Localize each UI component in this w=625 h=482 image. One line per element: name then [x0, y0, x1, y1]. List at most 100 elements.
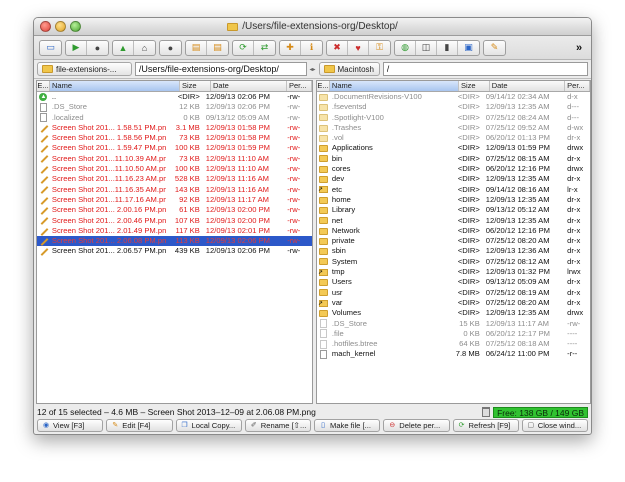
- file-row[interactable]: .file 0 KB 06/20/12 12:17 PM ----: [317, 329, 590, 339]
- swap-button[interactable]: ⇄: [254, 41, 275, 55]
- edit-button[interactable]: ✎ Edit [F4]: [106, 419, 173, 432]
- column-header-perm[interactable]: Per...: [287, 81, 312, 91]
- file-row[interactable]: usr <DIR> 07/25/12 08:19 AM dr-x: [317, 288, 590, 298]
- close-window-icon[interactable]: [40, 21, 51, 32]
- file-row[interactable]: .Spotlight-V100 <DIR> 07/25/12 08:24 AM d--…: [317, 113, 590, 123]
- right-path-input[interactable]: [382, 62, 588, 76]
- stop-button[interactable]: ●: [87, 41, 108, 55]
- file-row[interactable]: Screen Shot 201...11.16.35 AM.png 143 KB 1…: [37, 185, 312, 195]
- file-row[interactable]: .DocumentRevisions-V100 <DIR> 09/14/12 02:…: [317, 92, 590, 102]
- right-file-pane[interactable]: E... Name Size Date Per... .DocumentRevi…: [316, 80, 591, 404]
- view-button[interactable]: ◉ View [F3]: [37, 419, 104, 432]
- column-header-name[interactable]: Name: [50, 81, 180, 91]
- make-file-button[interactable]: ▯ Make file [...: [314, 419, 381, 432]
- delete-button[interactable]: ⊖ Delete per...: [383, 419, 450, 432]
- toolbar-overflow-button[interactable]: »: [572, 42, 586, 54]
- left-path-input[interactable]: [134, 62, 307, 76]
- favorite-button[interactable]: ♥: [348, 40, 369, 55]
- file-row[interactable]: Screen Shot 201... 1.58.51 PM.png 3.1 MB 1…: [37, 123, 312, 134]
- record-button[interactable]: ●: [160, 41, 181, 55]
- column-header-size[interactable]: Size: [180, 81, 211, 91]
- file-row[interactable]: Screen Shot 201...11.10.39 AM.png 73 KB 12…: [37, 154, 312, 165]
- file-row[interactable]: Screen Shot 201... 2.01.49 PM.png 117 KB 1…: [37, 225, 312, 237]
- close-window-button[interactable]: ▢ Close wind...: [521, 419, 588, 432]
- file-row[interactable]: Screen Shot 201...11.17.16 AM.png 92 KB 12…: [37, 195, 312, 206]
- file-type-cell: [317, 277, 330, 287]
- file-row[interactable]: .vol <DIR> 06/20/12 01:13 PM dr-x: [317, 133, 590, 143]
- file-row[interactable]: var <DIR> 07/25/12 08:20 AM dr-x: [317, 298, 590, 308]
- screen-button[interactable]: ▣: [458, 41, 479, 55]
- file-row[interactable]: dev <DIR> 12/09/13 12:35 AM dr-x: [317, 174, 590, 184]
- file-row[interactable]: .Trashes <DIR> 07/25/12 09:52 AM d-wx: [317, 123, 590, 133]
- column-header-date[interactable]: Date: [490, 81, 566, 91]
- delete-button[interactable]: ✖: [327, 40, 348, 55]
- column-header-name[interactable]: Name: [329, 81, 459, 91]
- file-row[interactable]: etc <DIR> 09/14/12 08:16 AM lr-x: [317, 185, 590, 195]
- new-folder-button[interactable]: ✚: [280, 40, 301, 55]
- file-row[interactable]: Screen Shot 201...11.16.23 AM.png 528 KB 1…: [37, 174, 312, 185]
- file-row[interactable]: .DS_Store 15 KB 12/09/13 11:17 AM -rw-: [317, 319, 590, 329]
- rename-button[interactable]: ✐ Rename [⇧...: [244, 419, 311, 432]
- file-row[interactable]: cores <DIR> 06/20/12 12:16 PM drwx: [317, 164, 590, 174]
- up-button[interactable]: ▲: [113, 40, 134, 55]
- file-row[interactable]: private <DIR> 07/25/12 08:20 AM dr-x: [317, 236, 590, 246]
- move-folder-button[interactable]: ▤: [207, 41, 228, 55]
- file-row[interactable]: bin <DIR> 07/25/12 08:15 AM dr-x: [317, 154, 590, 164]
- file-row[interactable]: mach_kernel 7.8 MB 06/24/12 11:00 PM -r--: [317, 349, 590, 360]
- pane-sync-arrows-icon[interactable]: ◂▸: [310, 66, 316, 73]
- refresh-button[interactable]: ⟳: [233, 40, 254, 55]
- left-file-pane[interactable]: E... Name Size Date Per... ▲.. <DIR> 12/09…: [36, 80, 313, 404]
- file-row[interactable]: Screen Shot 201... 2.06.08 PM.png 113 KB 1…: [37, 236, 312, 247]
- terminal-button[interactable]: ▮: [437, 40, 458, 55]
- column-header-ext[interactable]: E...: [37, 81, 50, 91]
- zoom-window-icon[interactable]: [70, 21, 81, 32]
- file-date-cell: 06/20/12 12:16 PM: [485, 225, 550, 235]
- file-name-cell: Screen Shot 201... 1.59.47 PM.png: [51, 143, 167, 153]
- file-row[interactable]: Screen Shot 201... 2.06.57 PM.png 439 KB 1…: [37, 246, 312, 257]
- file-row[interactable]: Library <DIR> 09/13/12 05:12 AM dr-x: [317, 205, 590, 215]
- column-header-size[interactable]: Size: [459, 81, 490, 91]
- file-row[interactable]: ▲.. <DIR> 12/09/13 02:06 PM -rw-: [37, 92, 312, 102]
- refresh-button[interactable]: ⟳ Refresh [F9]: [452, 419, 519, 432]
- file-row[interactable]: Network <DIR> 06/20/12 12:16 PM dr-x: [317, 226, 590, 236]
- file-row[interactable]: Volumes <DIR> 12/09/13 12:35 AM drwx: [317, 308, 590, 318]
- trash-icon[interactable]: [482, 407, 491, 417]
- file-row[interactable]: Applications <DIR> 12/09/13 01:59 PM drwx: [317, 143, 590, 153]
- home-button[interactable]: ⌂: [134, 41, 155, 55]
- key-button[interactable]: ⚿: [369, 41, 390, 55]
- monitor-button[interactable]: ▭: [40, 41, 61, 55]
- wand-button[interactable]: ✎: [484, 41, 505, 55]
- file-row[interactable]: Screen Shot 201...11.10.50 AM.png 100 KB 1…: [37, 164, 312, 175]
- split-button[interactable]: ◫: [416, 40, 437, 55]
- folder-info-button[interactable]: ℹ: [301, 41, 322, 55]
- column-header-perm[interactable]: Per...: [565, 81, 590, 91]
- file-row[interactable]: Screen Shot 201... 2.00.16 PM.png 61 KB 12…: [37, 205, 312, 216]
- file-row[interactable]: Screen Shot 201... 1.59.47 PM.png 100 KB 1…: [37, 143, 312, 154]
- right-drive-button[interactable]: Macintosh: [318, 62, 380, 76]
- file-row[interactable]: net <DIR> 12/09/13 12:35 AM dr-x: [317, 216, 590, 226]
- globe-button[interactable]: ◍: [395, 40, 416, 55]
- file-row[interactable]: Screen Shot 201... 1.58.56 PM.png 73 KB 12…: [37, 133, 312, 144]
- image-file-icon: [38, 247, 48, 257]
- file-row[interactable]: .DS_Store 12 KB 12/09/13 02:06 PM -rw-: [37, 102, 312, 112]
- toolbar-group: ✎: [483, 39, 506, 56]
- left-drive-button[interactable]: file-extensions-...: [37, 62, 132, 76]
- column-header-date[interactable]: Date: [211, 81, 287, 91]
- file-row[interactable]: .hotfiles.btree 64 KB 07/25/12 08:18 AM ---…: [317, 339, 590, 349]
- file-row[interactable]: .fseventsd <DIR> 12/09/13 12:35 AM d---: [317, 102, 590, 112]
- file-row[interactable]: sbin <DIR> 12/09/13 12:36 AM dr-x: [317, 246, 590, 256]
- file-row[interactable]: tmp <DIR> 12/09/13 01:32 PM lrwx: [317, 267, 590, 277]
- file-row[interactable]: System <DIR> 07/25/12 08:12 AM dr-x: [317, 257, 590, 267]
- file-row[interactable]: home <DIR> 12/09/13 12:35 AM dr-x: [317, 195, 590, 205]
- copy-folder-button[interactable]: ▤: [186, 40, 207, 55]
- file-row[interactable]: Screen Shot 201... 2.00.46 PM.png 107 KB 1…: [37, 216, 312, 226]
- minimize-window-icon[interactable]: [55, 21, 66, 32]
- play-button[interactable]: ▶: [66, 40, 87, 55]
- file-permissions-cell: -rw-: [287, 225, 301, 235]
- file-date-cell: 07/25/12 08:15 AM: [485, 153, 550, 163]
- folder-alias-icon: [318, 185, 328, 195]
- local-copy-button[interactable]: ❐ Local Copy...: [175, 419, 242, 432]
- file-row[interactable]: .localized 0 KB 09/13/12 05:09 AM -rw-: [37, 113, 312, 123]
- file-row[interactable]: Users <DIR> 09/13/12 05:09 AM dr-x: [317, 277, 590, 287]
- column-header-ext[interactable]: E...: [317, 81, 330, 91]
